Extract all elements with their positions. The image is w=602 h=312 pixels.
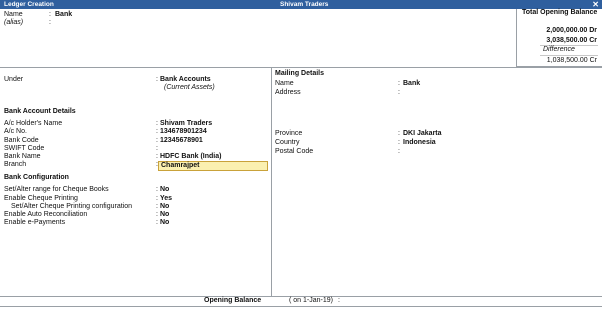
branch-label: Branch bbox=[4, 161, 27, 168]
holder-name-field[interactable]: Shivam Traders bbox=[160, 120, 212, 128]
colon: : bbox=[398, 139, 400, 146]
alias-label: (alias) bbox=[4, 19, 24, 26]
colon: : bbox=[398, 130, 400, 137]
difference-amount: 1,038,500.00 Cr bbox=[546, 57, 597, 64]
colon: : bbox=[156, 120, 158, 127]
auto-reconciliation-label: Enable Auto Reconciliation bbox=[4, 211, 88, 218]
header-divider bbox=[0, 67, 602, 68]
country-field[interactable]: Indonesia bbox=[403, 139, 436, 147]
colon: : bbox=[156, 211, 158, 218]
colon: : bbox=[156, 195, 158, 202]
country-label: Country bbox=[275, 139, 300, 146]
column-divider bbox=[271, 67, 272, 296]
bank-account-details-heading: Bank Account Details bbox=[4, 108, 76, 115]
cheque-books-field[interactable]: No bbox=[160, 186, 169, 194]
company-name: Shivam Traders bbox=[280, 1, 329, 8]
mailing-name-field[interactable]: Bank bbox=[403, 80, 420, 88]
colon: : bbox=[156, 219, 158, 226]
cheque-printing-config-field[interactable]: No bbox=[160, 203, 169, 211]
mailing-details-heading: Mailing Details bbox=[275, 70, 325, 77]
title-bar: Ledger Creation Shivam Traders ✕ bbox=[0, 0, 602, 9]
name-label: Name bbox=[4, 11, 23, 18]
colon: : bbox=[398, 148, 400, 155]
opening-cr-amount: 3,038,500.00 Cr bbox=[546, 37, 597, 44]
opening-balance-label: Opening Balance bbox=[204, 297, 262, 304]
account-number-label: A/c No. bbox=[4, 128, 27, 135]
e-payments-label: Enable e-Payments bbox=[4, 219, 66, 226]
under-colon: : bbox=[156, 76, 158, 83]
swift-code-label: SWIFT Code bbox=[4, 145, 45, 152]
window-title: Ledger Creation bbox=[4, 1, 54, 8]
colon: : bbox=[156, 186, 158, 193]
address-label: Address bbox=[275, 89, 301, 96]
cheque-books-label: Set/Alter range for Cheque Books bbox=[4, 186, 109, 193]
colon: : bbox=[156, 128, 158, 135]
colon: : bbox=[156, 203, 158, 210]
colon: : bbox=[156, 137, 158, 144]
colon: : bbox=[398, 89, 400, 96]
colon: : bbox=[398, 80, 400, 87]
opening-dr-amount: 2,000,000.00 Dr bbox=[546, 27, 597, 34]
account-number-field[interactable]: 134678901234 bbox=[160, 128, 207, 136]
province-field[interactable]: DKI Jakarta bbox=[403, 130, 442, 138]
bank-name-field[interactable]: HDFC Bank (India) bbox=[160, 153, 221, 161]
bank-code-field[interactable]: 12345678901 bbox=[160, 137, 203, 145]
province-label: Province bbox=[275, 130, 303, 137]
colon: : bbox=[156, 153, 158, 160]
close-icon[interactable]: ✕ bbox=[592, 0, 599, 9]
cheque-printing-label: Enable Cheque Printing bbox=[4, 195, 78, 202]
e-payments-field[interactable]: No bbox=[160, 219, 169, 227]
bank-configuration-heading: Bank Configuration bbox=[4, 174, 69, 181]
mailing-name-label: Name bbox=[275, 80, 294, 87]
bank-name-label: Bank Name bbox=[4, 153, 41, 160]
opening-panel-border bbox=[516, 9, 517, 67]
branch-input[interactable]: Chamrajpet bbox=[158, 161, 268, 171]
holder-name-label: A/c Holder's Name bbox=[4, 120, 63, 127]
postal-code-label: Postal Code bbox=[275, 148, 314, 155]
auto-reconciliation-field[interactable]: No bbox=[160, 211, 169, 219]
under-label: Under bbox=[4, 76, 24, 83]
opening-balance-date: ( on 1-Jan-19) bbox=[289, 297, 333, 304]
under-sub: (Current Assets) bbox=[164, 84, 215, 91]
total-opening-balance-title: Total Opening Balance bbox=[522, 9, 598, 16]
cheque-printing-field[interactable]: Yes bbox=[160, 195, 172, 203]
colon: : bbox=[156, 145, 158, 152]
difference-label: Difference bbox=[543, 46, 575, 53]
difference-rule-2 bbox=[540, 55, 598, 56]
cheque-printing-config-label: Set/Alter Cheque Printing configuration bbox=[11, 203, 133, 210]
footer-bottom-rule bbox=[0, 306, 602, 307]
under-value[interactable]: Bank Accounts bbox=[160, 76, 211, 84]
opening-balance-colon: : bbox=[338, 297, 340, 304]
branch-value: Chamrajpet bbox=[161, 162, 200, 169]
name-field[interactable]: Bank bbox=[55, 11, 72, 19]
alias-colon: : bbox=[49, 19, 51, 26]
bank-code-label: Bank Code bbox=[4, 137, 39, 144]
name-colon: : bbox=[49, 11, 51, 18]
